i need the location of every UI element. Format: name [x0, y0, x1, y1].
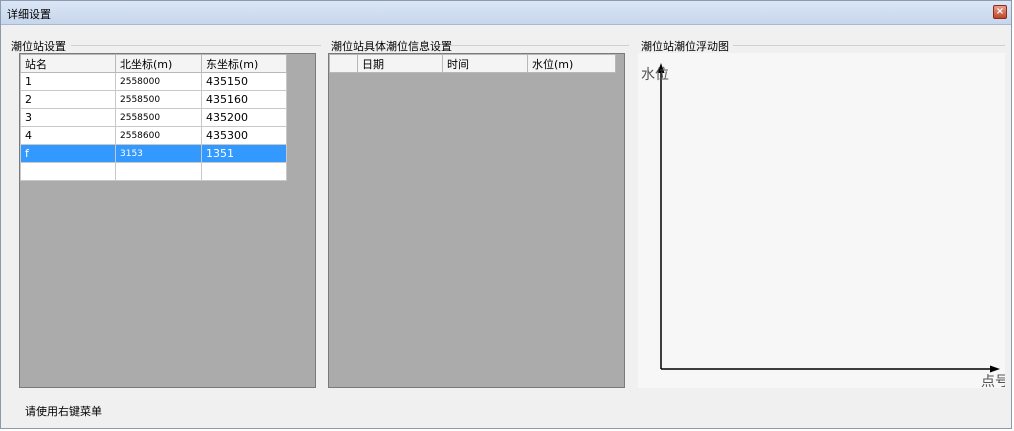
- north-coord-cell[interactable]: 2558600: [115, 126, 202, 145]
- east-coord-cell[interactable]: 435300: [201, 126, 287, 145]
- table-row[interactable]: 3 2558500 435200: [20, 108, 287, 127]
- east-coord-cell[interactable]: 1351: [201, 144, 287, 163]
- close-icon: ×: [995, 6, 1005, 17]
- north-coord-cell[interactable]: 2558500: [115, 108, 202, 127]
- station-name-cell[interactable]: 4: [20, 126, 116, 145]
- table-row[interactable]: f 3153 1351: [20, 144, 287, 163]
- east-coord-cell[interactable]: 435200: [201, 108, 287, 127]
- table-row[interactable]: 1 2558000 435150: [20, 72, 287, 91]
- window-title: 详细设置: [7, 8, 51, 21]
- x-axis-label: 点号: [981, 374, 1005, 388]
- tide-info-group-line: [449, 45, 629, 46]
- north-coord-cell[interactable]: [115, 162, 202, 181]
- stations-grid[interactable]: 站名 北坐标(m) 东坐标(m) 1 2558000 435150 2 2558500 4…: [19, 53, 316, 388]
- stations-table: 站名 北坐标(m) 东坐标(m) 1 2558000 435150 2 2558500 4…: [20, 54, 287, 181]
- chart-canvas: 水位 点号: [641, 63, 1009, 390]
- column-header-time[interactable]: 时间: [442, 54, 528, 73]
- tide-info-grid[interactable]: 日期 时间 水位(m): [328, 53, 625, 388]
- x-axis-arrow: [990, 365, 1000, 373]
- table-row[interactable]: 2 2558500 435160: [20, 90, 287, 109]
- tide-info-table: 日期 时间 水位(m): [329, 54, 616, 73]
- row-header-corner[interactable]: [329, 54, 358, 73]
- stations-header-row: 站名 北坐标(m) 东坐标(m): [20, 54, 287, 73]
- station-name-cell[interactable]: f: [20, 144, 116, 163]
- chart-group-title: 潮位站潮位浮动图: [641, 40, 729, 53]
- station-name-cell[interactable]: 1: [20, 72, 116, 91]
- stations-group-title: 潮位站设置: [11, 40, 66, 53]
- y-axis-label: 水位: [641, 67, 669, 83]
- table-row[interactable]: [20, 162, 287, 181]
- title-bar[interactable]: 详细设置 ×: [1, 1, 1011, 25]
- station-name-cell[interactable]: [20, 162, 116, 181]
- column-header-station-name[interactable]: 站名: [20, 54, 116, 73]
- table-row[interactable]: 4 2558600 435300: [20, 126, 287, 145]
- tide-info-group-title: 潮位站具体潮位信息设置: [331, 40, 452, 53]
- east-coord-cell[interactable]: 435150: [201, 72, 287, 91]
- tide-level-chart: 水位 点号: [638, 53, 1009, 390]
- north-coord-cell[interactable]: 2558000: [115, 72, 202, 91]
- east-coord-cell[interactable]: [201, 162, 287, 181]
- column-header-north-coord[interactable]: 北坐标(m): [115, 54, 202, 73]
- tide-info-header-row: 日期 时间 水位(m): [329, 54, 616, 73]
- north-coord-cell[interactable]: 2558500: [115, 90, 202, 109]
- detail-settings-window: 详细设置 × 潮位站设置 站名 北坐标(m) 东坐标(m) 1 2558000 43…: [0, 0, 1012, 429]
- close-button[interactable]: ×: [993, 5, 1007, 19]
- chart-group-line: [733, 45, 1005, 46]
- north-coord-cell[interactable]: 3153: [115, 144, 202, 163]
- stations-group-line: [71, 45, 321, 46]
- column-header-water-level[interactable]: 水位(m): [527, 54, 616, 73]
- station-name-cell[interactable]: 2: [20, 90, 116, 109]
- column-header-east-coord[interactable]: 东坐标(m): [201, 54, 287, 73]
- east-coord-cell[interactable]: 435160: [201, 90, 287, 109]
- status-hint: 请使用右键菜单: [25, 405, 102, 418]
- column-header-date[interactable]: 日期: [357, 54, 443, 73]
- station-name-cell[interactable]: 3: [20, 108, 116, 127]
